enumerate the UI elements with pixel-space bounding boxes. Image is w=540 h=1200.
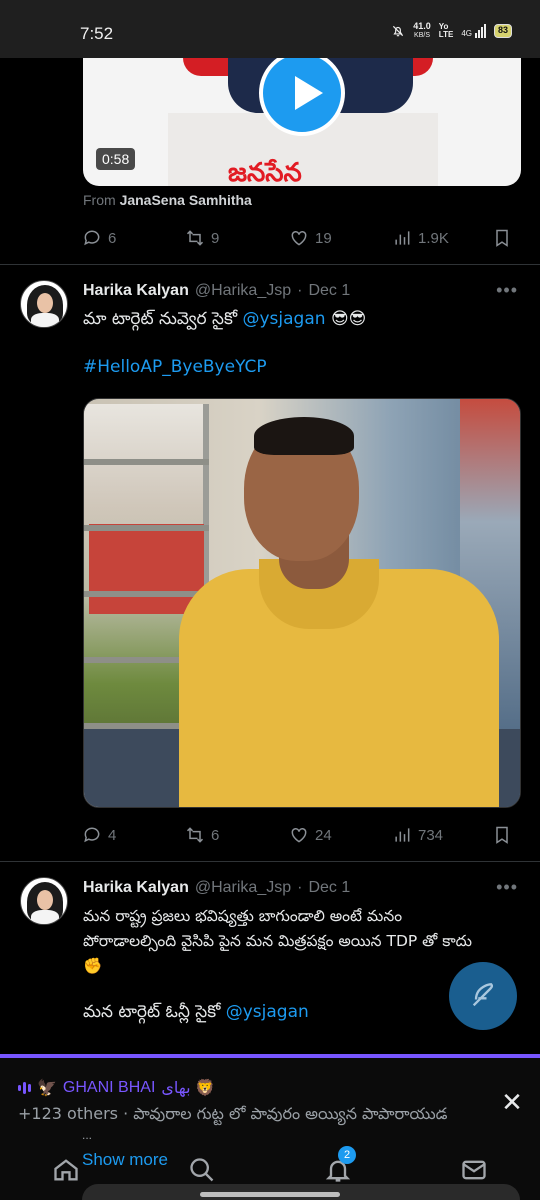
tweet-text-line: మన టార్గెట్ ఓన్లీ సైకో @ysjagan [83,1002,309,1022]
views-button[interactable]: 1.9K [392,228,492,248]
video-duration: 0:58 [96,148,136,170]
video-thumbnail[interactable]: జనసేన 0:58 [83,58,521,186]
like-button[interactable]: 19 [289,228,392,248]
bookmark-button[interactable] [492,825,512,845]
mention-link[interactable]: @ysjagan [243,309,326,329]
tweet-text: మా టార్గెట్ నువ్వెర సైకో @ysjagan 😎😎 [83,309,367,329]
signal-icon: 4G [461,24,486,38]
tweet-date[interactable]: Dec 1 [308,282,350,300]
volte-indicator: Yo LTE [438,22,454,39]
retweet-button[interactable]: 9 [185,228,289,248]
author-name[interactable]: Harika Kalyan [83,879,189,897]
heart-icon [291,827,307,843]
mention-link[interactable]: @ysjagan [226,1002,309,1022]
reply-icon [84,230,100,246]
space-info: +123 others · పావురాల గుట్ట లో పావురం అయ… [18,1104,448,1123]
tweet-date[interactable]: Dec 1 [308,879,350,897]
author-handle[interactable]: @Harika_Jsp [195,879,291,897]
analytics-icon [395,828,410,842]
podium-logo-text: జనసేన [228,158,302,186]
views-button[interactable]: 734 [392,825,492,845]
bookmark-icon [496,229,508,247]
status-time: 7:52 [80,24,114,43]
home-icon[interactable] [52,1156,82,1186]
tweet-text: మన రాష్ట్ర ప్రజలు భవిష్యత్తు బాగుండాలి అ… [83,907,472,975]
search-icon[interactable] [188,1156,218,1186]
mute-icon [393,25,404,37]
messages-icon[interactable] [460,1156,490,1186]
divider [0,264,540,265]
audio-wave-icon [18,1082,31,1094]
avatar[interactable] [20,280,68,328]
author-handle[interactable]: @Harika_Jsp [195,282,291,300]
status-bar: 7:52 41.0 KB/S Yo LTE 4G 83 [0,0,540,58]
divider [0,861,540,862]
retweet-button[interactable]: 6 [185,825,289,845]
bookmark-button[interactable] [492,228,512,248]
tweet-actions: 6 9 19 1.9K [82,226,522,250]
bottom-nav: 2 [0,1140,540,1190]
home-gesture-bar[interactable] [200,1192,340,1197]
more-options-icon[interactable]: ••• [496,877,518,898]
tweet-header: Harika Kalyan @Harika_Jsp · Dec 1 [83,282,351,300]
space-host: 🦅 GHANI BHAI بھای 🦁 [18,1078,215,1098]
retweet-icon [186,827,204,843]
battery-icon: 83 [493,24,512,38]
notification-badge: 2 [338,1146,356,1164]
reply-button[interactable]: 6 [82,228,185,248]
notifications-icon[interactable]: 2 [324,1146,356,1186]
more-options-icon[interactable]: ••• [496,280,518,301]
avatar[interactable] [20,877,68,925]
video-thumbnail[interactable] [83,398,521,808]
feather-icon [472,983,494,1007]
video-source[interactable]: From JanaSena Samhitha [83,192,252,208]
net-speed: 41.0 KB/S [413,21,431,40]
bookmark-icon [496,826,508,844]
tweet-actions: 4 6 24 734 [82,823,522,847]
tweet-hashtag-line: #HelloAP_ByeByeYCP [83,355,513,380]
status-icons: 41.0 KB/S Yo LTE 4G 83 [391,22,512,40]
compose-button[interactable] [449,962,517,1030]
like-button[interactable]: 24 [289,825,392,845]
hashtag-link[interactable]: #HelloAP_ByeByeYCP [83,357,267,377]
close-icon[interactable]: ✕ [500,1089,524,1115]
heart-icon [291,230,307,246]
retweet-icon [186,230,204,246]
analytics-icon [395,231,410,245]
author-name[interactable]: Harika Kalyan [83,282,189,300]
tweet-header: Harika Kalyan @Harika_Jsp · Dec 1 [83,879,351,897]
reply-icon [84,827,100,843]
reply-button[interactable]: 4 [82,825,185,845]
